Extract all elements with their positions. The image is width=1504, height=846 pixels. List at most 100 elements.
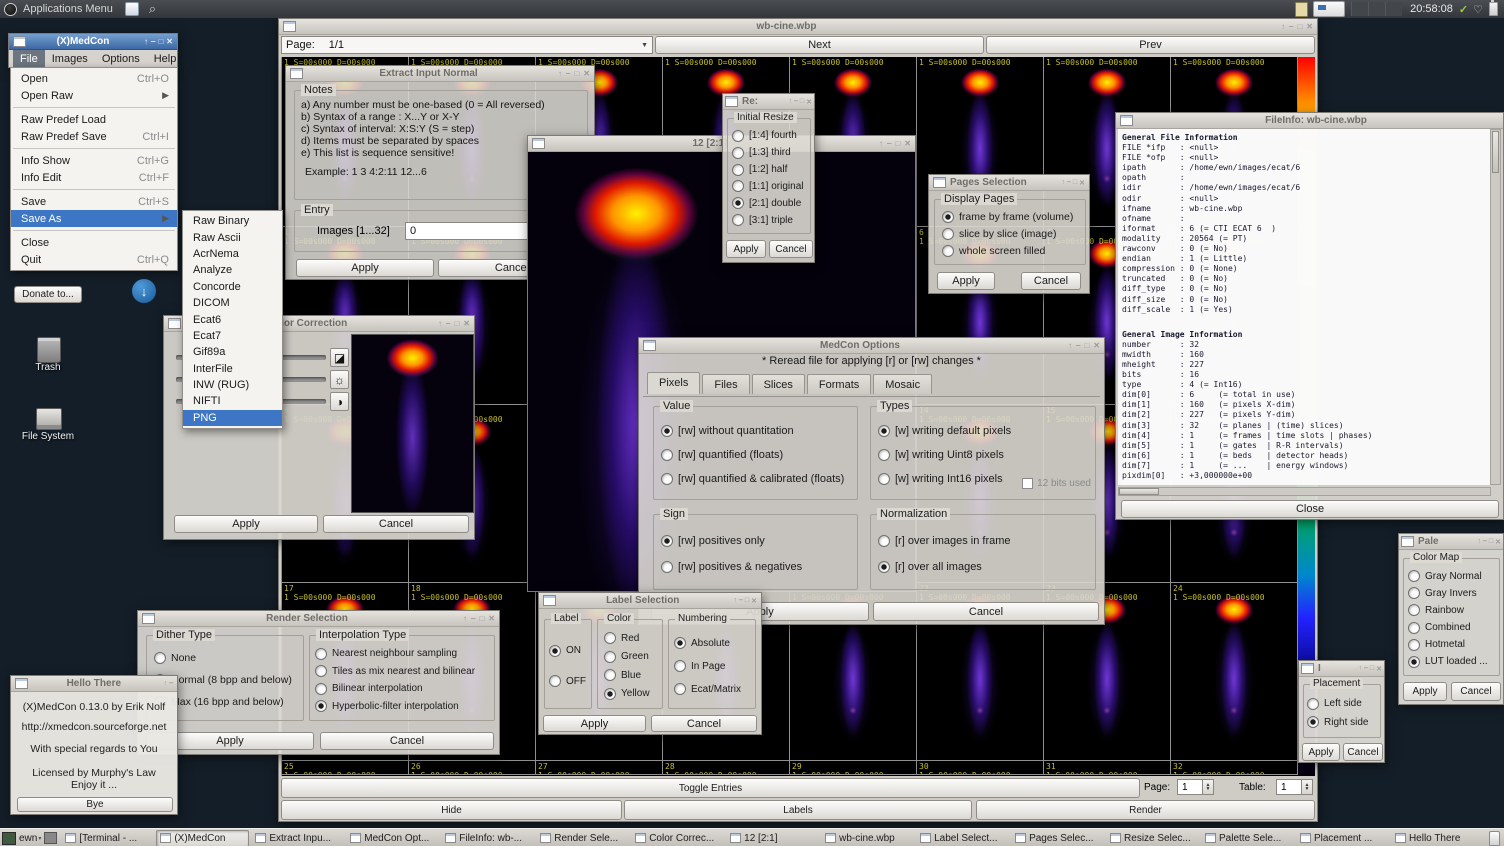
thumbnail-cell[interactable]: 261 S=00s000 D=00s000 bbox=[409, 761, 536, 774]
radio-option[interactable]: Hyperbolic-filter interpolation bbox=[315, 700, 489, 712]
spinner-arrows-icon[interactable]: ▲▼ bbox=[1302, 779, 1313, 795]
task-button[interactable]: Palette Sele... bbox=[1201, 830, 1294, 846]
trash-applet-icon[interactable] bbox=[1489, 831, 1500, 846]
hello-titlebar[interactable]: Hello There ↑‒ bbox=[11, 676, 177, 692]
menu-item[interactable]: SaveCtrl+S▶ bbox=[11, 193, 177, 210]
resize-titlebar[interactable]: Re: ↑‒□✕ bbox=[723, 94, 814, 110]
menu-item[interactable]: Info EditCtrl+F▶ bbox=[11, 169, 177, 186]
brightness-icon[interactable]: ☼ bbox=[330, 370, 349, 389]
radio-option[interactable]: Red bbox=[604, 632, 657, 644]
menu-item[interactable]: INW (RUG) bbox=[183, 377, 282, 393]
radio-option[interactable]: [1:4] fourth bbox=[732, 130, 805, 142]
cancel-button[interactable]: Cancel bbox=[1021, 272, 1081, 290]
radio-option[interactable]: Rainbow bbox=[1408, 604, 1494, 616]
menu-item[interactable]: Ecat7 bbox=[183, 328, 282, 344]
table-spinner-value[interactable]: 1 bbox=[1276, 779, 1302, 795]
menubar-item[interactable]: Images bbox=[45, 50, 95, 68]
spinner-arrows-icon[interactable]: ▲▼ bbox=[1203, 779, 1214, 795]
menu-item[interactable]: Info ShowCtrl+G▶ bbox=[11, 152, 177, 169]
label-titlebar[interactable]: Label Selection ↑‒□✕ bbox=[539, 593, 761, 609]
menu-item[interactable]: ▶ bbox=[13, 189, 175, 190]
radio-option[interactable]: In Page bbox=[674, 660, 750, 672]
menu-item[interactable]: OpenCtrl+O▶ bbox=[11, 70, 177, 87]
thumbnail-cell[interactable]: 251 S=00s000 D=00s000 bbox=[282, 761, 409, 774]
task-button[interactable]: (X)MedCon bbox=[156, 830, 249, 846]
radio-option[interactable]: Green bbox=[604, 651, 657, 663]
thumbnail-cell[interactable]: 281 S=00s000 D=00s000 bbox=[663, 761, 790, 774]
tray-slot[interactable] bbox=[1351, 2, 1368, 16]
apply-button[interactable]: Apply bbox=[543, 715, 646, 732]
radio-option[interactable]: [1:1] original bbox=[732, 180, 805, 192]
window-buttons[interactable]: ↑‒□✕ bbox=[558, 69, 590, 78]
menubar-item[interactable]: File bbox=[13, 50, 45, 68]
page-combo[interactable]: Page: 1/1 ▼ bbox=[281, 36, 653, 54]
radio-option[interactable]: Combined bbox=[1408, 622, 1494, 634]
thumbnail-cell[interactable]: 271 S=00s000 D=00s000 bbox=[536, 761, 663, 774]
prev-page-button[interactable]: Prev bbox=[986, 36, 1315, 54]
radio-option[interactable]: Absolute bbox=[674, 637, 750, 649]
search-icon[interactable]: ⌕ bbox=[149, 1, 156, 17]
fileinfo-vscrollbar[interactable] bbox=[1490, 129, 1501, 485]
cancel-button[interactable]: Cancel bbox=[873, 602, 1099, 621]
file-manager-icon[interactable] bbox=[125, 2, 139, 16]
radio-option[interactable]: Gray Normal bbox=[1408, 570, 1494, 582]
window-buttons[interactable]: ↑‒□✕ bbox=[1061, 179, 1085, 187]
menu-item[interactable]: ▶ bbox=[13, 107, 175, 108]
fileinfo-hscrollbar[interactable] bbox=[1118, 487, 1491, 496]
thumbnail-cell[interactable]: 291 S=00s000 D=00s000 bbox=[790, 761, 917, 774]
menu-item[interactable]: AcrNema bbox=[183, 246, 282, 262]
options-titlebar[interactable]: MedCon Options ↑‒□✕ bbox=[639, 338, 1104, 354]
radio-option[interactable]: None bbox=[154, 652, 298, 664]
labels-button[interactable]: Labels bbox=[624, 800, 972, 820]
menu-item[interactable]: QuitCtrl+Q▶ bbox=[11, 251, 177, 268]
menu-item[interactable]: Raw Predef SaveCtrl+I▶ bbox=[11, 128, 177, 145]
radio-option[interactable]: [1:2] half bbox=[732, 164, 805, 176]
task-button[interactable]: Label Select... bbox=[916, 830, 1009, 846]
extract-titlebar[interactable]: Extract Input Normal ↑‒□✕ bbox=[286, 66, 594, 82]
tray-slot[interactable] bbox=[1368, 2, 1385, 16]
window-buttons[interactable]: ↑‒□✕ bbox=[733, 597, 757, 605]
task-button[interactable]: [Terminal - ... bbox=[61, 830, 154, 846]
radio-option[interactable]: [w] writing Uint8 pixels bbox=[878, 449, 1090, 461]
radio-option[interactable]: LUT loaded ... bbox=[1408, 656, 1494, 668]
menubar-item[interactable]: Help bbox=[147, 50, 184, 68]
cancel-button[interactable]: Cancel bbox=[651, 715, 757, 732]
thumbnail-cell[interactable]: 321 S=00s000 D=00s000 bbox=[1171, 761, 1298, 774]
tab[interactable]: Pixels bbox=[647, 372, 700, 394]
thumbnail-cell[interactable]: 241 S=00s000 D=00s000 bbox=[1171, 583, 1298, 760]
task-button[interactable]: 12 [2:1] bbox=[726, 830, 819, 846]
menu-item[interactable]: Close▶ bbox=[11, 234, 177, 251]
radio-option[interactable]: [1:3] third bbox=[732, 147, 805, 159]
radio-option[interactable]: Yellow bbox=[604, 688, 657, 700]
viewer-titlebar[interactable]: wb-cine.wbp ↑‒□✕ bbox=[279, 19, 1317, 35]
menu-item[interactable]: InterFile bbox=[183, 361, 282, 377]
task-button[interactable]: Resize Selec... bbox=[1106, 830, 1199, 846]
cancel-button[interactable]: Cancel bbox=[769, 240, 813, 258]
menu-item[interactable]: ▶ bbox=[13, 230, 175, 231]
gamma-icon[interactable]: ◪ bbox=[330, 348, 349, 367]
task-button[interactable]: Render Sele... bbox=[536, 830, 629, 846]
radio-option[interactable]: [rw] quantified (floats) bbox=[661, 449, 852, 461]
medcon-titlebar[interactable]: (X)MedCon ↑‒□✕ bbox=[9, 34, 177, 50]
radio-option[interactable]: Blue bbox=[604, 669, 657, 681]
viewer-window-buttons[interactable]: ↑‒□✕ bbox=[1281, 22, 1313, 31]
tray-clipboard-icon[interactable] bbox=[1295, 2, 1308, 17]
toggle-entries-button[interactable]: Toggle Entries bbox=[281, 778, 1140, 798]
menu-item[interactable]: Raw Predef Load▶ bbox=[11, 111, 177, 128]
menu-item[interactable]: Open Raw▶ bbox=[11, 87, 177, 104]
apply-button[interactable]: Apply bbox=[726, 240, 766, 258]
filesystem-icon[interactable] bbox=[36, 408, 62, 430]
workspace-icon[interactable] bbox=[2, 832, 16, 845]
palette-titlebar[interactable]: Pale ↑‒□✕ bbox=[1399, 534, 1503, 550]
applications-menu-label[interactable]: Applications Menu bbox=[23, 3, 113, 15]
radio-option[interactable]: [rw] positives & negatives bbox=[661, 561, 852, 573]
menu-item[interactable]: Analyze bbox=[183, 262, 282, 278]
terminal-icon[interactable] bbox=[44, 832, 57, 844]
menu-item[interactable]: PNG bbox=[183, 410, 282, 426]
contrast-icon[interactable]: ◑ bbox=[330, 392, 349, 411]
menu-item[interactable]: Save As▶ bbox=[11, 210, 177, 227]
clock[interactable]: 20:58:08 bbox=[1410, 3, 1453, 15]
task-button[interactable]: Color Correc... bbox=[631, 830, 724, 846]
fileinfo-titlebar[interactable]: FileInfo: wb-cine.wbp bbox=[1116, 113, 1503, 129]
task-button[interactable]: Pages Selec... bbox=[1011, 830, 1104, 846]
